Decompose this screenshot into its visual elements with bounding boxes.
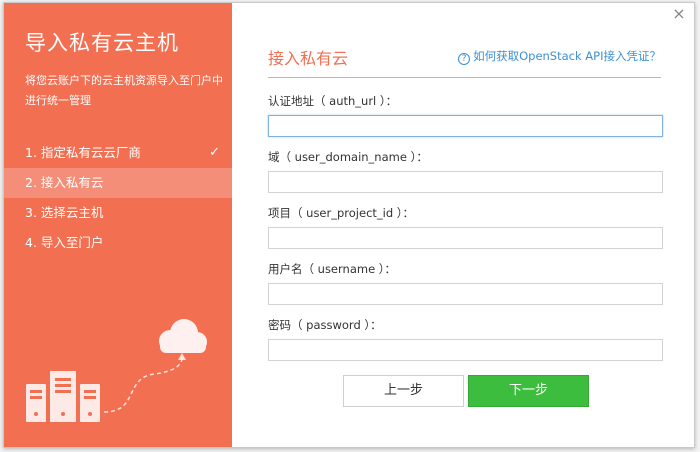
auth-url-input[interactable] [268, 115, 663, 137]
step-connect-private-cloud[interactable]: 2. 接入私有云 [4, 168, 232, 198]
step-import-portal[interactable]: 4. 导入至门户 [4, 228, 232, 258]
password-label: 密码（ password ）： [268, 318, 382, 332]
auth-url-field-group: 认证地址（ auth_url ）： [268, 93, 663, 137]
step-select-vendor[interactable]: 1. 指定私有云云厂商 ✓ [4, 138, 232, 168]
section-title: 接入私有云 [268, 49, 349, 68]
username-label: 用户名（ username ）： [268, 262, 397, 276]
check-icon: ✓ [209, 145, 220, 160]
domain-field-group: 域（ user_domain_name ）： [268, 149, 663, 193]
step-label: 3. 选择云主机 [25, 205, 104, 220]
step-label: 4. 导入至门户 [25, 235, 104, 250]
cloud-icon [159, 319, 207, 353]
main-panel: × 接入私有云 ? 如何获取OpenStack API接入凭证？ 认证地址（ au… [232, 3, 694, 447]
password-field-group: 密码（ password ）： [268, 317, 663, 361]
step-select-hosts[interactable]: 3. 选择云主机 [4, 198, 232, 228]
domain-label: 域（ user_domain_name ）： [268, 150, 428, 164]
close-icon[interactable]: × [672, 6, 686, 22]
next-step-button[interactable]: 下一步 [468, 375, 589, 407]
project-label: 项目（ user_project_id ）： [268, 206, 415, 220]
question-icon: ? [458, 53, 471, 65]
help-link[interactable]: ? 如何获取OpenStack API接入凭证？ [458, 48, 661, 65]
title-divider [268, 77, 661, 78]
username-input[interactable] [268, 283, 663, 305]
wizard-title: 导入私有云主机 [25, 31, 179, 55]
step-label: 1. 指定私有云云厂商 [25, 145, 141, 160]
wizard-description: 将您云账户下的云主机资源导入至门户中进行统一管理 [25, 74, 223, 107]
user-project-id-input[interactable] [268, 227, 663, 249]
password-input[interactable] [268, 339, 663, 361]
connection-arc [103, 357, 183, 413]
cloud-server-illustration [26, 319, 207, 422]
previous-step-button[interactable]: 上一步 [343, 375, 464, 407]
import-dialog: 导入私有云主机 将您云账户下的云主机资源导入至门户中进行统一管理 1. 指定私有… [3, 2, 695, 448]
wizard-sidebar: 导入私有云主机 将您云账户下的云主机资源导入至门户中进行统一管理 1. 指定私有… [4, 3, 232, 447]
wizard-steps: 1. 指定私有云云厂商 ✓ 2. 接入私有云 3. 选择云主机 4. 导入至门户 [4, 138, 232, 258]
step-label: 2. 接入私有云 [25, 175, 104, 190]
auth-url-label: 认证地址（ auth_url ）： [268, 94, 398, 108]
help-link-label: 如何获取OpenStack API接入凭证？ [473, 49, 661, 63]
user-domain-name-input[interactable] [268, 171, 663, 193]
username-field-group: 用户名（ username ）： [268, 261, 663, 305]
project-field-group: 项目（ user_project_id ）： [268, 205, 663, 249]
